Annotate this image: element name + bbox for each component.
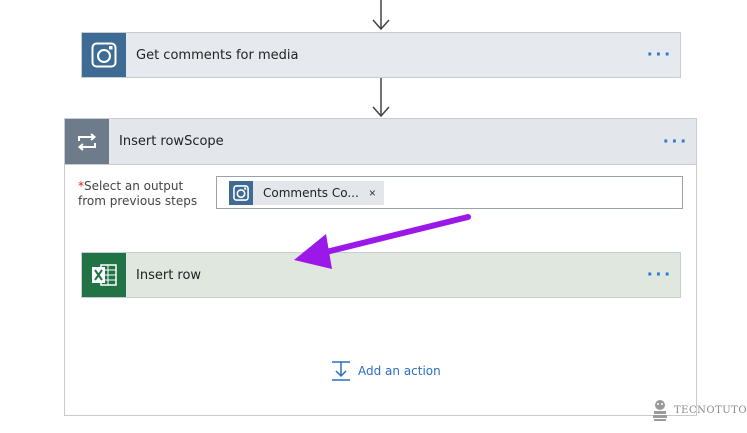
excel-icon xyxy=(82,253,126,297)
token-comments[interactable]: Comments Co... × xyxy=(229,180,384,205)
more-options-button[interactable]: ··· xyxy=(640,45,680,65)
token-remove-icon[interactable]: × xyxy=(369,186,376,200)
watermark: TECNOTUTO xyxy=(650,398,747,422)
watermark-text: TECNOTUTO xyxy=(674,404,747,416)
tecnotuto-logo-icon xyxy=(653,400,667,421)
select-output-label: *Select an output from previous steps xyxy=(78,179,208,209)
step-card-get-comments[interactable]: Get comments for media ··· xyxy=(81,32,681,78)
annotation-arrow xyxy=(294,214,471,269)
scope-title: Insert rowScope xyxy=(119,134,224,149)
scope-more-options-button[interactable]: ··· xyxy=(656,132,696,152)
connector-arrow-middle xyxy=(371,78,391,118)
connector-arrow-top xyxy=(371,0,391,32)
add-action-label: Add an action xyxy=(358,364,441,378)
instagram-icon xyxy=(229,180,253,205)
instagram-icon xyxy=(82,33,126,77)
loop-icon xyxy=(65,119,109,164)
add-action-button[interactable]: Add an action xyxy=(330,360,441,382)
scope-header[interactable]: Insert rowScope ··· xyxy=(65,119,696,165)
more-options-button[interactable]: ··· xyxy=(640,265,680,285)
select-output-input[interactable]: Comments Co... × xyxy=(216,176,683,209)
token-label: Comments Co... xyxy=(263,185,359,200)
select-output-label-text: Select an output from previous steps xyxy=(78,179,198,208)
step-title: Get comments for media xyxy=(136,47,299,63)
add-action-icon xyxy=(332,361,350,381)
